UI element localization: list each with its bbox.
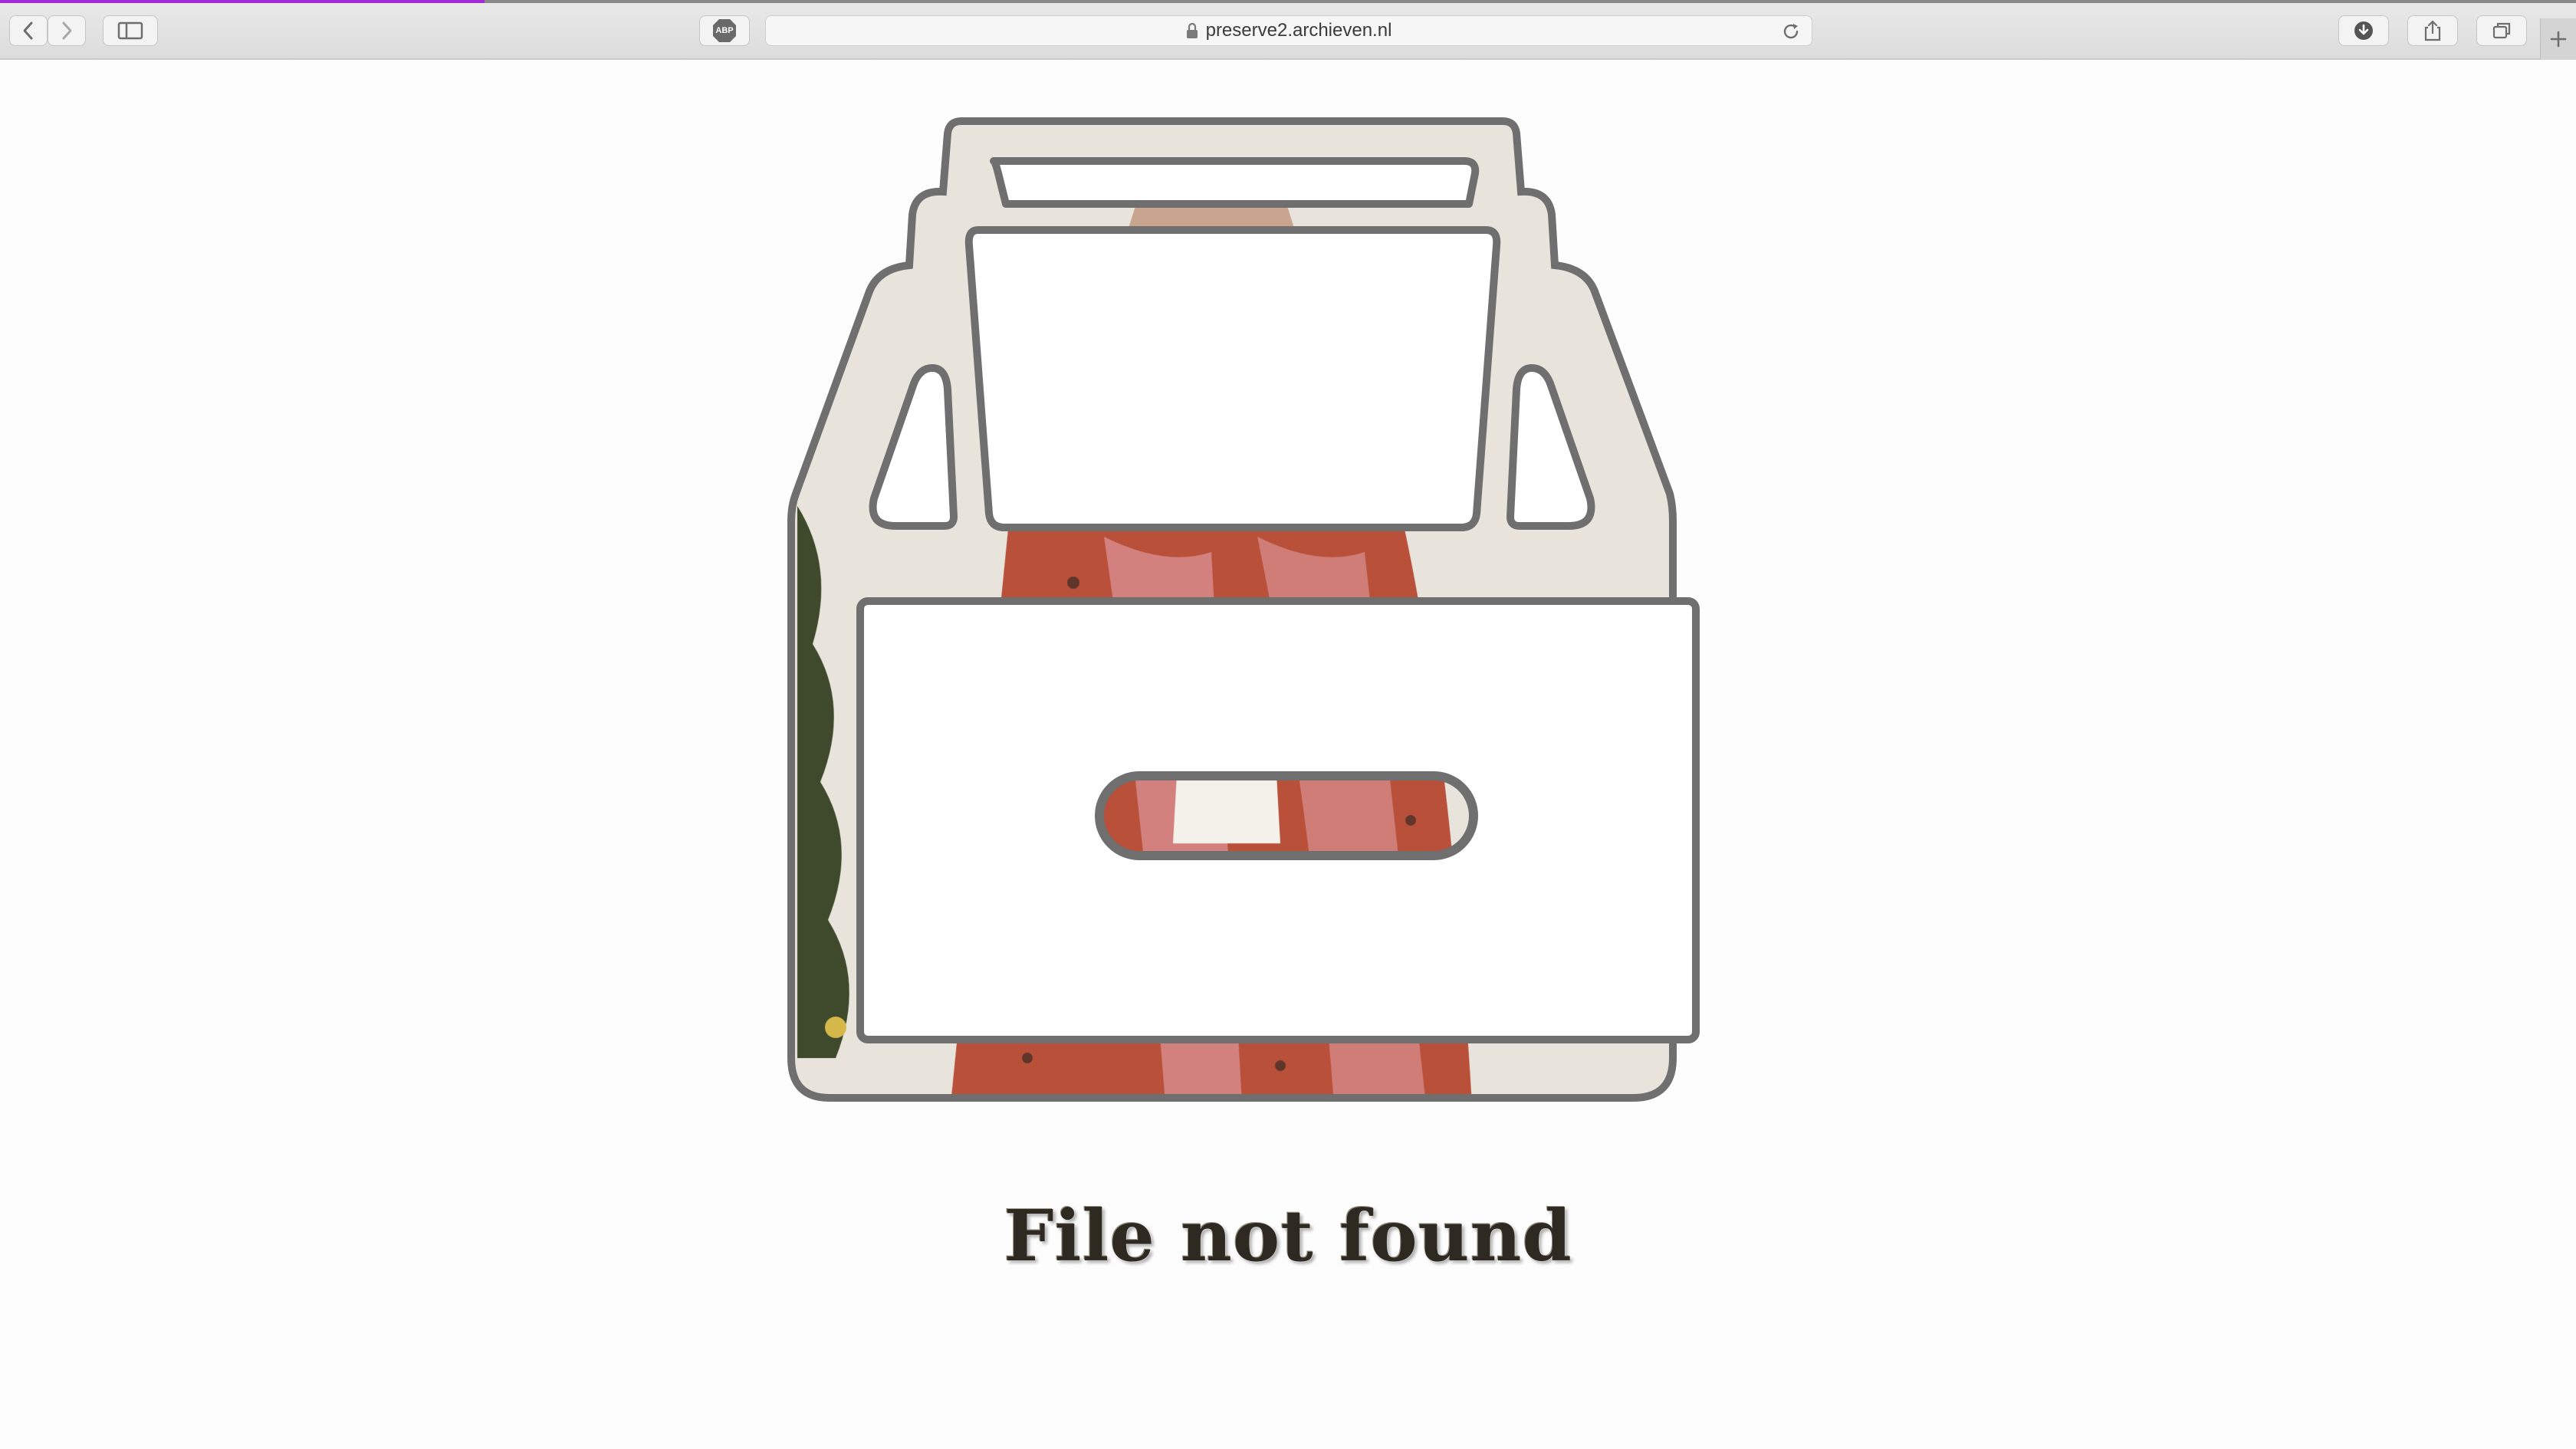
chevron-right-icon (62, 21, 72, 40)
active-tab-indicator[interactable] (0, 0, 485, 3)
download-icon (2354, 21, 2373, 40)
back-button[interactable] (9, 15, 48, 46)
new-tab-button[interactable] (2540, 18, 2576, 60)
downloads-button[interactable] (2338, 15, 2389, 46)
lock-icon (1186, 22, 1198, 38)
reload-icon[interactable] (1781, 21, 1801, 41)
share-button[interactable] (2407, 15, 2458, 46)
share-icon (2424, 20, 2441, 41)
sidebar-button[interactable] (103, 15, 158, 46)
error-title: File not found (1004, 1194, 1572, 1277)
plus-icon (2550, 31, 2567, 48)
chevron-left-icon (23, 21, 33, 40)
browser-toolbar: ABP preserve2.archieven.nl (0, 0, 2576, 60)
archive-box-icon (787, 117, 1700, 1102)
address-bar[interactable]: preserve2.archieven.nl (765, 15, 1812, 46)
tab-overview-icon (2492, 22, 2511, 39)
adblock-badge-label: ABP (715, 26, 734, 35)
url-text[interactable]: preserve2.archieven.nl (1206, 20, 1392, 41)
tab-overview-button[interactable] (2476, 15, 2527, 46)
sidebar-icon (117, 21, 143, 40)
tab-strip (0, 0, 2576, 3)
forward-button[interactable] (48, 15, 86, 46)
page-content: File not found (0, 60, 2576, 1449)
adblock-extension-button[interactable]: ABP (699, 15, 750, 46)
